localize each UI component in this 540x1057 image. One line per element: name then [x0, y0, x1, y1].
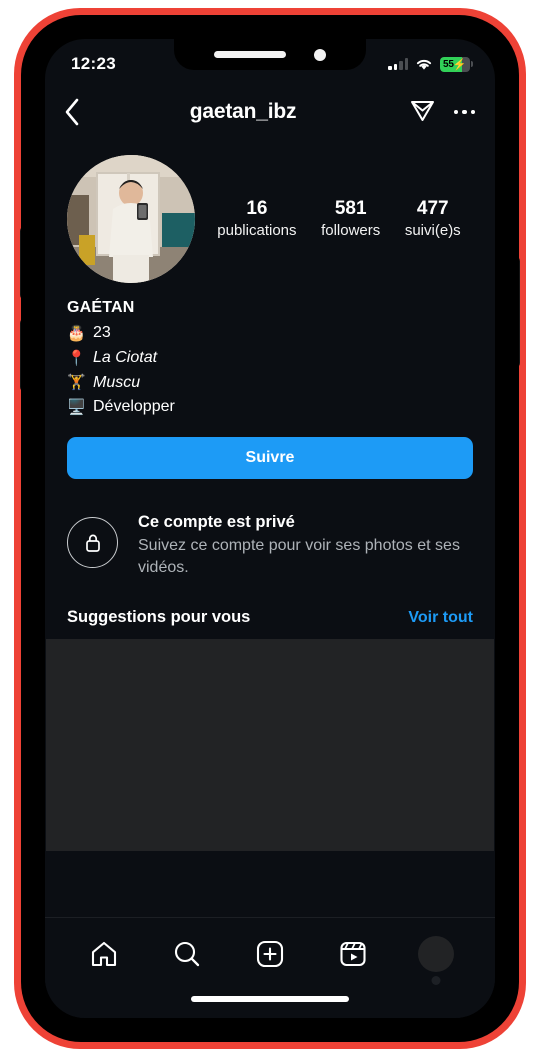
bio-line: 🖥️ Développer: [67, 395, 473, 420]
avatar[interactable]: [67, 155, 195, 283]
home-icon: [92, 941, 117, 967]
suggestions-placeholder: [46, 639, 494, 852]
page-title: gaetan_ibz: [189, 100, 297, 123]
tab-bar-icons: [45, 918, 495, 976]
bottom-tab-bar: [45, 917, 495, 1018]
bio-line: 🏋️ Muscu: [67, 371, 473, 396]
earpiece-speaker: [214, 51, 286, 58]
cellular-signal-icon: [388, 58, 408, 70]
more-options-button[interactable]: [453, 109, 475, 115]
stat-value: 16: [246, 198, 268, 220]
private-notice-subtitle: Suivez ce compte pour voir ses photos et…: [138, 537, 460, 576]
bio-line: 🎂 23: [67, 321, 473, 346]
bio-text: Développer: [93, 398, 175, 416]
reels-icon: [340, 941, 366, 967]
stat-label: followers: [321, 222, 381, 240]
private-notice-text: Ce compte est privé Suivez ce compte pou…: [138, 511, 473, 578]
status-indicators: 55 ⚡: [388, 56, 473, 72]
bio-line: 📍 La Ciotat: [67, 346, 473, 371]
suggestions-title: Suggestions pour vous: [67, 608, 251, 627]
display-name: GAÉTAN: [67, 299, 135, 316]
ellipsis-horizontal-icon: [453, 109, 458, 115]
share-button[interactable]: [409, 96, 436, 128]
profile-header: 16 publications 581 followers 477 suivi(…: [45, 141, 495, 283]
stat-label: suivi(e)s: [404, 222, 461, 240]
tab-home[interactable]: [77, 932, 131, 976]
battery-icon: 55 ⚡: [440, 56, 473, 72]
wifi-icon: [416, 59, 432, 70]
profile-avatar-icon: [417, 936, 454, 972]
birthday-cake-emoji: 🎂: [67, 324, 86, 342]
lock-icon: [85, 534, 100, 552]
front-camera: [314, 48, 326, 61]
lock-icon-container: [67, 517, 118, 569]
status-time: 12:23: [71, 54, 116, 73]
app-header: gaetan_ibz: [45, 83, 495, 141]
phone-bezel: 12:23 55 ⚡ gaetan_ibz 16 publications 58…: [21, 15, 519, 1042]
bio-text: La Ciotat: [93, 348, 158, 366]
stat-value: 477: [416, 198, 449, 220]
tab-create-post[interactable]: [243, 932, 297, 976]
back-button[interactable]: [63, 97, 97, 127]
follow-button[interactable]: Suivre: [67, 437, 473, 480]
pushpin-emoji: 📍: [67, 349, 86, 367]
search-icon: [175, 941, 200, 967]
see-all-link[interactable]: Voir tout: [408, 609, 473, 627]
chevron-left-icon: [65, 98, 79, 126]
stat-following[interactable]: 477 suivi(e)s: [405, 197, 461, 240]
phone-notch: [174, 39, 366, 70]
stat-label: publications: [217, 222, 297, 240]
phone-frame: 12:23 55 ⚡ gaetan_ibz 16 publications 58…: [14, 8, 526, 1049]
desktop-computer-emoji: 🖥️: [67, 399, 86, 417]
paper-plane-icon: [410, 101, 434, 121]
home-indicator[interactable]: [191, 996, 349, 1002]
stat-publications[interactable]: 16 publications: [217, 197, 296, 240]
add-post-icon: [256, 940, 284, 968]
tab-search[interactable]: [160, 932, 214, 976]
weightlifter-emoji: 🏋️: [67, 374, 86, 392]
follow-button-container: Suivre: [45, 420, 495, 480]
stat-followers[interactable]: 581 followers: [321, 197, 380, 240]
private-account-notice: Ce compte est privé Suivez ce compte pou…: [45, 479, 495, 578]
profile-stats: 16 publications 581 followers 477 suivi(…: [195, 197, 473, 240]
bio-text: 23: [93, 324, 111, 341]
battery-percent-label: 55: [443, 58, 454, 70]
tab-reels[interactable]: [326, 932, 380, 976]
suggestions-header: Suggestions pour vous Voir tout: [45, 578, 495, 639]
profile-photo: [67, 155, 195, 283]
stat-value: 581: [334, 198, 367, 220]
bio-text: Muscu: [93, 373, 141, 391]
private-notice-title: Ce compte est privé: [138, 513, 295, 532]
tab-profile[interactable]: [409, 932, 463, 976]
phone-screen: 12:23 55 ⚡ gaetan_ibz 16 publications 58…: [45, 39, 495, 1018]
bolt-icon: ⚡: [452, 58, 467, 71]
profile-bio: GAÉTAN 🎂 23 📍 La Ciotat 🏋️ Muscu 🖥️ Déve…: [45, 283, 495, 420]
header-actions: [389, 96, 475, 128]
